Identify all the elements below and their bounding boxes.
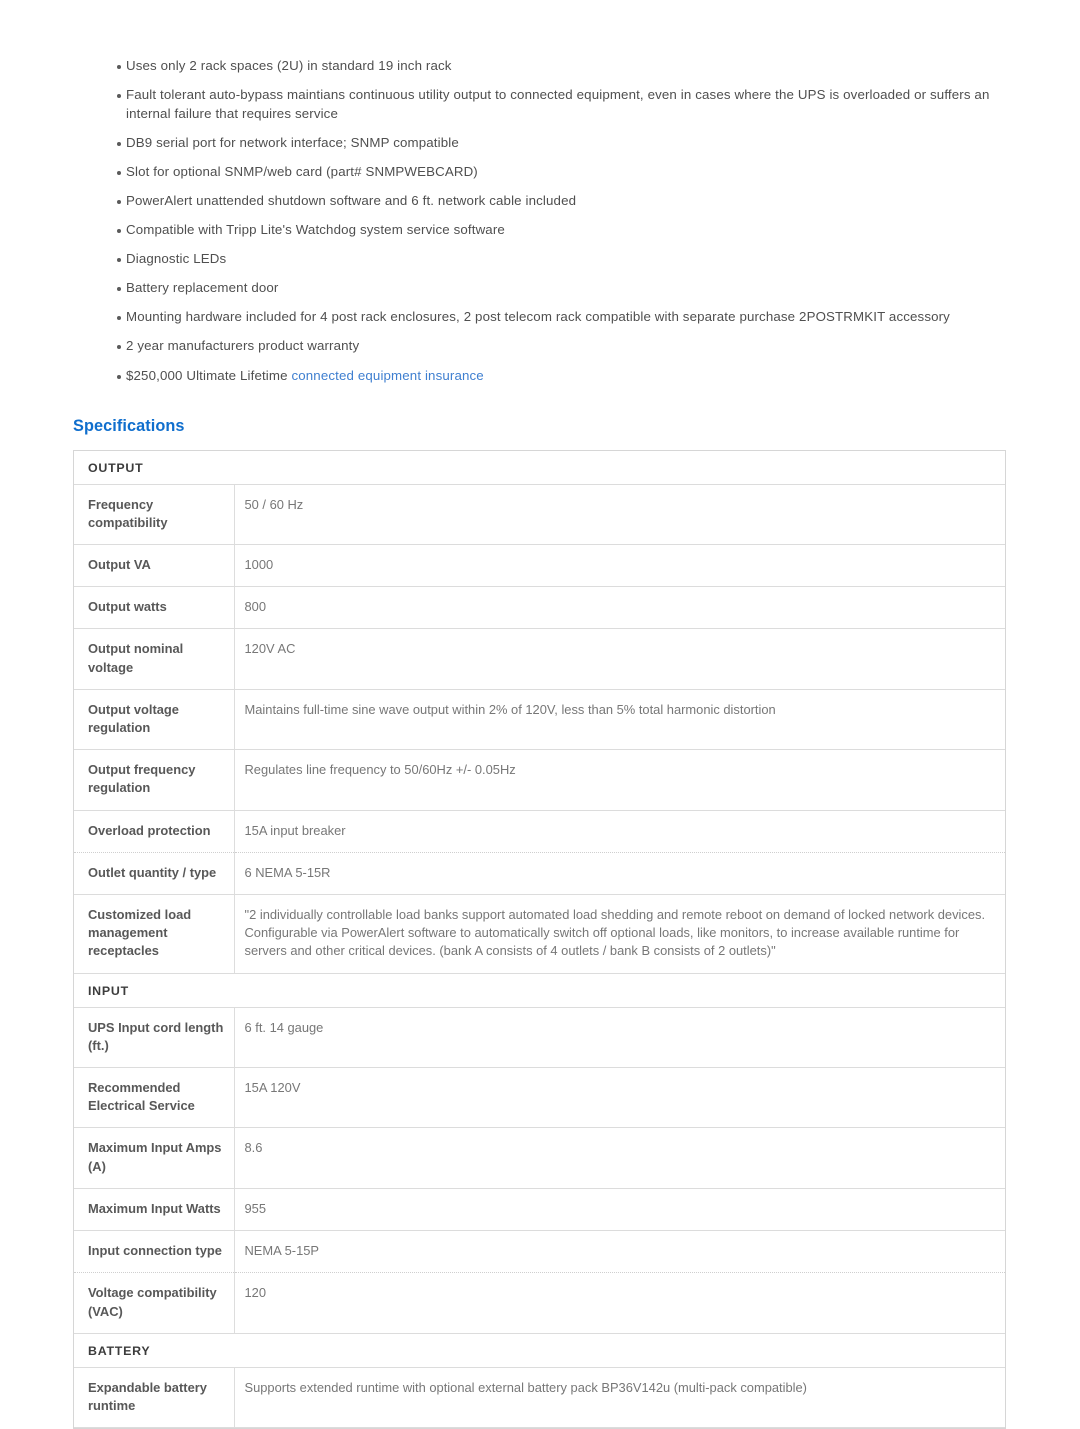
spec-section-header-row: BATTERY [74,1333,1005,1368]
feature-list-item: Diagnostic LEDs [0,250,1080,269]
spec-row-label: Output VA [74,544,235,588]
feature-list-item: Mounting hardware included for 4 post ra… [0,308,1080,327]
spec-row-label: Maximum Input Watts [74,1188,235,1232]
feature-list-item: Slot for optional SNMP/web card (part# S… [0,163,1080,182]
spec-row-label: Customized load management receptacles [74,894,235,974]
spec-row-label: Voltage compatibility (VAC) [74,1272,235,1334]
feature-list-item: PowerAlert unattended shutdown software … [0,192,1080,211]
spec-row-value: 6 ft. 14 gauge [234,1007,1005,1069]
spec-table-row: Expandable battery runtime Supports exten… [74,1367,1005,1429]
spec-section-header-row: INPUT [74,973,1005,1008]
document-page: Uses only 2 rack spaces (2U) in standard… [0,0,1080,1429]
feature-bullet-list: Uses only 2 rack spaces (2U) in standard… [0,0,1080,385]
spec-row-label: Expandable battery runtime [74,1367,235,1429]
feature-item-text: $250,000 Ultimate Lifetime [126,367,292,383]
feature-item-text: Compatible with Tripp Lite's Watchdog sy… [126,222,505,238]
spec-table-row: Output frequency regulation Regulates lin… [74,749,1005,811]
feature-list-item: Compatible with Tripp Lite's Watchdog sy… [0,221,1080,240]
spec-table-row: Voltage compatibility (VAC) 120 [74,1272,1005,1334]
spec-row-value: 15A input breaker [234,810,1005,853]
spec-row-value: Regulates line frequency to 50/60Hz +/- … [234,749,1005,811]
spec-row-label: Output nominal voltage [74,628,235,690]
feature-list-item: 2 year manufacturers product warranty [0,337,1080,356]
feature-item-text: Battery replacement door [126,280,279,296]
spec-row-value: Maintains full-time sine wave output wit… [234,689,1005,751]
spec-row-value: 15A 120V [234,1067,1005,1129]
spec-table-row: Outlet quantity / type 6 NEMA 5-15R [74,852,1005,896]
specifications-table-body: OUTPUT Frequency compatibility 50 / 60 Hz O… [74,450,1005,1429]
spec-table-row: Output VA 1000 [74,544,1005,588]
feature-item-text: DB9 serial port for network interface; S… [126,134,459,150]
spec-table-row: Output watts 800 [74,586,1005,630]
spec-table-row: UPS Input cord length (ft.) 6 ft. 14 gaug… [74,1007,1005,1069]
page-title-specifications: Specifications [73,416,185,435]
spec-row-label: Output watts [74,586,235,630]
spec-row-value: NEMA 5-15P [234,1230,1005,1274]
spec-row-label: Outlet quantity / type [74,852,235,896]
feature-item-text: Uses only 2 rack spaces (2U) in standard… [126,58,452,73]
connected-equipment-insurance-link[interactable]: connected equipment insurance [291,368,483,383]
spec-section-header-row: OUTPUT [74,450,1005,485]
spec-row-value: 1000 [234,544,1005,588]
feature-item-text: Mounting hardware included for 4 post ra… [126,309,950,325]
spec-row-label: Recommended Electrical Service [74,1067,235,1129]
feature-item-text: 2 year manufacturers product warranty [126,338,360,354]
spec-table-row: Maximum Input Amps (A) 8.6 [74,1127,1005,1189]
spec-row-value: 955 [234,1188,1005,1232]
specifications-table: OUTPUT Frequency compatibility 50 / 60 Hz O… [74,450,1005,1429]
feature-list-item: DB9 serial port for network interface; S… [0,134,1080,153]
spec-row-label: Output frequency regulation [74,749,235,811]
spec-table-row: Frequency compatibility 50 / 60 Hz [74,484,1005,546]
feature-list-item: Fault tolerant auto-bypass maintians con… [0,86,1080,123]
feature-item-text: Fault tolerant auto-bypass maintians con… [126,87,990,121]
spec-row-label: Maximum Input Amps (A) [74,1127,235,1189]
spec-section-title: BATTERY [74,1333,1005,1368]
spec-row-label: Frequency compatibility [74,484,235,546]
spec-table-row: Customized load management receptacles "2… [74,894,1005,974]
feature-item-text: Slot for optional SNMP/web card (part# S… [126,163,478,179]
spec-row-label: Output voltage regulation [74,689,235,751]
spec-row-value: 8.6 [234,1127,1005,1189]
spec-row-value: 120V AC [234,628,1005,690]
spec-row-label: UPS Input cord length (ft.) [74,1007,235,1069]
specifications-table-container: OUTPUT Frequency compatibility 50 / 60 Hz O… [73,449,1006,1429]
feature-list-item: $250,000 Ultimate Lifetime connected equ… [0,367,1080,386]
spec-row-label: Input connection type [74,1230,235,1274]
feature-list-item: Uses only 2 rack spaces (2U) in standard… [0,57,1080,76]
spec-row-value: "2 individually controllable load banks … [234,894,1005,974]
spec-table-row: Output voltage regulation Maintains full-… [74,689,1005,751]
spec-row-value: 6 NEMA 5-15R [234,852,1005,896]
spec-row-value: Supports extended runtime with optional … [234,1367,1005,1429]
spec-table-row: Output nominal voltage 120V AC [74,628,1005,690]
spec-row-label: Overload protection [74,810,235,853]
feature-item-text: PowerAlert unattended shutdown software … [126,192,577,208]
spec-row-value: 800 [234,586,1005,630]
spec-row-value: 120 [234,1272,1005,1334]
spec-row-value: 50 / 60 Hz [234,484,1005,546]
spec-section-title: OUTPUT [74,450,1005,485]
spec-table-row: Maximum Input Watts 955 [74,1188,1005,1232]
feature-list-item: Battery replacement door [0,279,1080,298]
spec-section-title: INPUT [74,973,1005,1008]
feature-item-text: Diagnostic LEDs [126,251,227,267]
spec-table-row: Overload protection 15A input breaker [74,810,1005,853]
spec-table-row: Recommended Electrical Service 15A 120V [74,1067,1005,1129]
spec-table-row: Input connection type NEMA 5-15P [74,1230,1005,1274]
